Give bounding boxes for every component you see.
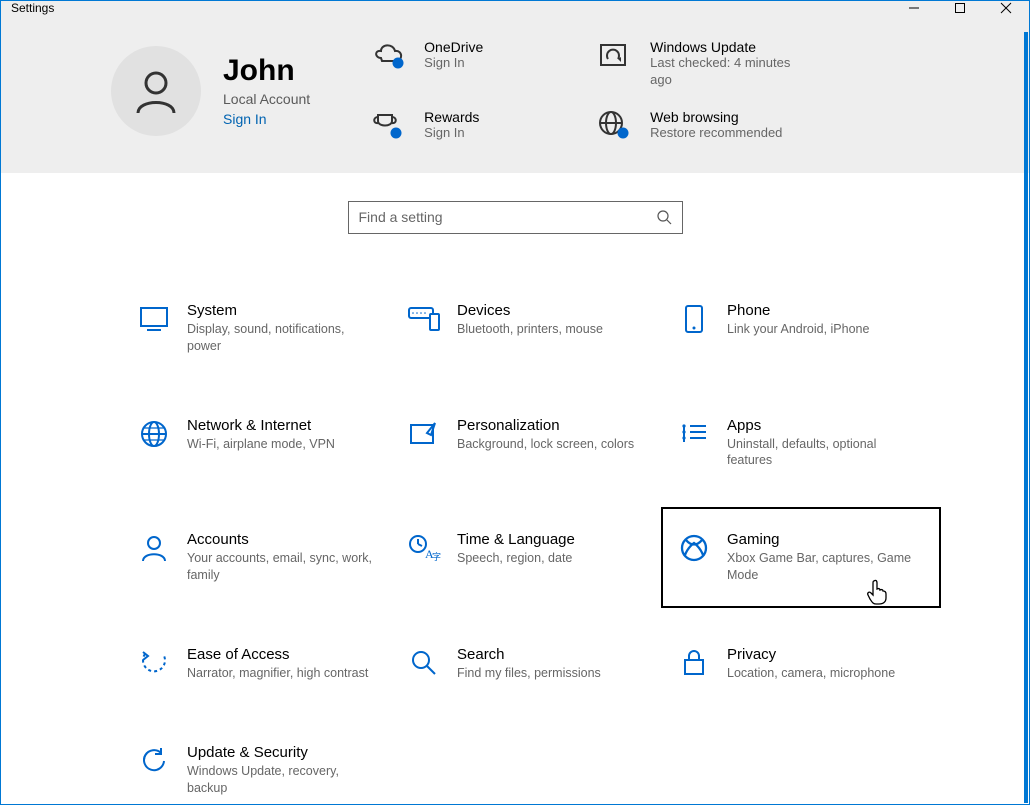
cat-search-title: Search — [457, 646, 601, 663]
cat-network[interactable]: Network & Internet Wi-Fi, airplane mode,… — [131, 409, 391, 478]
cat-network-sub: Wi-Fi, airplane mode, VPN — [187, 436, 335, 453]
settings-window: Settings John Local Account — [0, 0, 1030, 805]
cat-privacy-sub: Location, camera, microphone — [727, 665, 895, 682]
cat-gaming-sub: Xbox Game Bar, captures, Game Mode — [727, 550, 917, 584]
profile-name: John — [223, 54, 310, 87]
tile-update-sub: Last checked: 4 minutes ago — [650, 55, 796, 89]
profile-block[interactable]: John Local Account Sign In — [111, 39, 310, 143]
tile-web-browsing[interactable]: Web browsing Restore recommended — [596, 109, 796, 143]
categories-grid: System Display, sound, notifications, po… — [1, 234, 1029, 805]
cat-personalization[interactable]: Personalization Background, lock screen,… — [401, 409, 661, 478]
devices-icon — [407, 302, 441, 336]
search-icon — [656, 209, 672, 225]
cat-network-title: Network & Internet — [187, 417, 335, 434]
cat-updatesec-sub: Windows Update, recovery, backup — [187, 763, 377, 797]
rewards-icon — [370, 109, 408, 143]
cat-phone-sub: Link your Android, iPhone — [727, 321, 869, 338]
cat-accounts-title: Accounts — [187, 531, 377, 548]
globe-icon — [137, 417, 171, 451]
profile-account-type: Local Account — [223, 91, 310, 107]
apps-icon — [677, 417, 711, 451]
cat-gaming-title: Gaming — [727, 531, 917, 548]
update-security-icon — [137, 744, 171, 778]
ease-icon — [137, 646, 171, 680]
lock-icon — [677, 646, 711, 680]
cat-privacy-title: Privacy — [727, 646, 895, 663]
update-icon — [596, 39, 634, 73]
profile-signin-link[interactable]: Sign In — [223, 111, 310, 127]
cat-phone-title: Phone — [727, 302, 869, 319]
cat-system-sub: Display, sound, notifications, power — [187, 321, 377, 355]
close-icon — [1001, 3, 1011, 13]
cat-search[interactable]: Search Find my files, permissions — [401, 638, 661, 690]
header: John Local Account Sign In OneDrive Sign… — [1, 15, 1029, 173]
header-tiles: OneDrive Sign In Windows Update Last che… — [370, 39, 796, 143]
cat-personalization-title: Personalization — [457, 417, 634, 434]
cat-devices-title: Devices — [457, 302, 603, 319]
tile-onedrive-title: OneDrive — [424, 39, 483, 55]
search-box[interactable] — [348, 201, 683, 234]
cat-ease-title: Ease of Access — [187, 646, 368, 663]
window-controls — [891, 1, 1029, 15]
close-button[interactable] — [983, 1, 1029, 15]
accounts-icon — [137, 531, 171, 565]
cat-update-security[interactable]: Update & Security Windows Update, recove… — [131, 736, 391, 805]
cat-apps-title: Apps — [727, 417, 917, 434]
phone-icon — [677, 302, 711, 336]
cat-phone[interactable]: Phone Link your Android, iPhone — [671, 294, 931, 363]
tile-rewards-title: Rewards — [424, 109, 479, 125]
cat-gaming[interactable]: Gaming Xbox Game Bar, captures, Game Mod… — [663, 509, 939, 606]
cat-personalization-sub: Background, lock screen, colors — [457, 436, 634, 453]
cat-time-title: Time & Language — [457, 531, 575, 548]
onedrive-icon — [370, 39, 408, 73]
cat-time-sub: Speech, region, date — [457, 550, 575, 567]
cat-accounts-sub: Your accounts, email, sync, work, family — [187, 550, 377, 584]
maximize-button[interactable] — [937, 1, 983, 15]
titlebar: Settings — [1, 1, 1029, 15]
gaming-icon — [677, 531, 711, 565]
tile-webbrowse-title: Web browsing — [650, 109, 782, 125]
cat-devices[interactable]: Devices Bluetooth, printers, mouse — [401, 294, 661, 363]
tile-windows-update[interactable]: Windows Update Last checked: 4 minutes a… — [596, 39, 796, 89]
search-cat-icon — [407, 646, 441, 680]
cat-ease-sub: Narrator, magnifier, high contrast — [187, 665, 368, 682]
search-row — [1, 201, 1029, 234]
cat-apps[interactable]: Apps Uninstall, defaults, optional featu… — [671, 409, 931, 478]
cat-apps-sub: Uninstall, defaults, optional features — [727, 436, 917, 470]
scrollbar[interactable] — [1024, 32, 1028, 803]
tile-onedrive-sub: Sign In — [424, 55, 483, 72]
system-icon — [137, 302, 171, 336]
personalization-icon — [407, 417, 441, 451]
tile-rewards-sub: Sign In — [424, 125, 479, 142]
svg-text:字: 字 — [432, 551, 441, 562]
tile-update-title: Windows Update — [650, 39, 796, 55]
cat-system[interactable]: System Display, sound, notifications, po… — [131, 294, 391, 363]
cat-time-language[interactable]: A字 Time & Language Speech, region, date — [401, 523, 661, 592]
time-language-icon: A字 — [407, 531, 441, 565]
cat-system-title: System — [187, 302, 377, 319]
tile-rewards[interactable]: Rewards Sign In — [370, 109, 570, 143]
cat-accounts[interactable]: Accounts Your accounts, email, sync, wor… — [131, 523, 391, 592]
globe-badge-icon — [596, 109, 634, 143]
person-icon — [132, 67, 180, 115]
window-title: Settings — [11, 1, 54, 15]
minimize-icon — [909, 3, 919, 13]
tile-webbrowse-sub: Restore recommended — [650, 125, 782, 142]
cat-updatesec-title: Update & Security — [187, 744, 377, 761]
maximize-icon — [955, 3, 965, 13]
cat-ease-of-access[interactable]: Ease of Access Narrator, magnifier, high… — [131, 638, 391, 690]
cat-search-sub: Find my files, permissions — [457, 665, 601, 682]
cat-privacy[interactable]: Privacy Location, camera, microphone — [671, 638, 931, 690]
search-input[interactable] — [359, 209, 656, 225]
avatar — [111, 46, 201, 136]
cat-devices-sub: Bluetooth, printers, mouse — [457, 321, 603, 338]
tile-onedrive[interactable]: OneDrive Sign In — [370, 39, 570, 89]
minimize-button[interactable] — [891, 1, 937, 15]
